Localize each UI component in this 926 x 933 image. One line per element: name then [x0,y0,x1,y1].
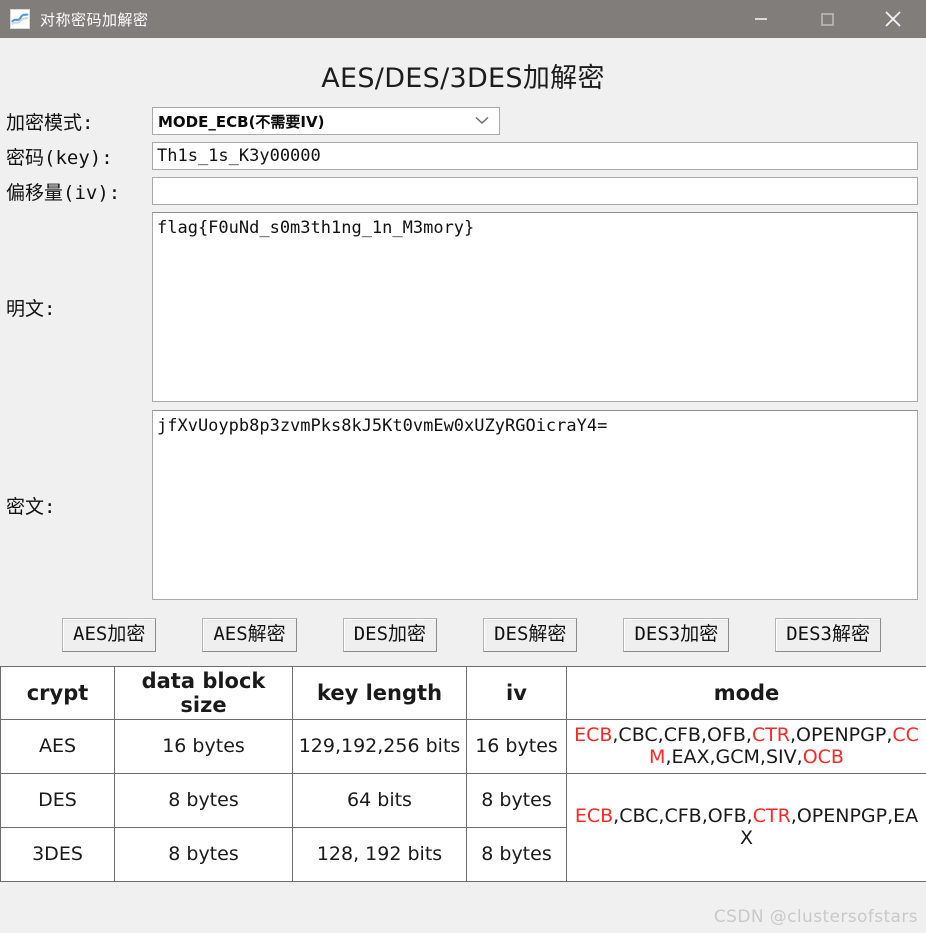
cell-crypt-3des: 3DES [1,827,115,881]
cell-key-aes: 129,192,256 bits [293,719,467,773]
mode-token: ,CBC,CFB,OFB, [612,724,752,746]
ciphertext-textarea[interactable]: jfXvUoypb8p3zvmPks8kJ5Kt0vmEw0xUZyRGOicr… [152,410,918,600]
header-mode: mode [567,666,926,719]
mode-row: 加密模式: MODE_ECB(不需要IV) [0,107,926,135]
cell-crypt-des: DES [1,773,115,827]
window-title: 对称密码加解密 [40,9,149,30]
ciphertext-label: 密文: [0,492,152,519]
header-key-length: key length [293,666,467,719]
close-icon[interactable] [860,0,926,38]
title-bar: 对称密码加解密 [0,0,926,38]
key-row: 密码(key): Th1s_1s_K3y00000 [0,142,926,170]
plaintext-textarea[interactable]: flag{F0uNd_s0m3th1ng_1n_M3mory} [152,212,918,402]
key-input[interactable]: Th1s_1s_K3y00000 [152,142,918,170]
plaintext-label: 明文: [0,294,152,321]
mode-token: ,EAX,GCM,SIV, [665,746,802,768]
header-crypt: crypt [1,666,115,719]
cell-mode-aes: ECB,CBC,CFB,OFB,CTR,OPENPGP,CCM,EAX,GCM,… [567,719,926,773]
des-encrypt-button[interactable]: DES加密 [343,618,437,652]
cipher-info-table-wrap: crypt data block size key length iv mode… [0,666,926,882]
minimize-icon[interactable] [728,0,794,38]
mode-token-highlighted: CTR [753,805,791,827]
csdn-watermark: CSDN @clustersofstars [714,907,918,927]
cell-block-3des: 8 bytes [115,827,293,881]
table-header-row: crypt data block size key length iv mode [1,666,926,719]
mode-token: ,OPENPGP, [790,724,892,746]
iv-label: 偏移量(iv): [0,178,152,205]
cell-key-3des: 128, 192 bits [293,827,467,881]
mode-token-highlighted: ECB [574,724,612,746]
encryption-mode-select[interactable]: MODE_ECB(不需要IV) [152,107,500,135]
mode-token-highlighted: ECB [575,805,613,827]
window-controls [728,0,926,38]
mode-token: ,CBC,CFB,OFB, [613,805,753,827]
ciphertext-row: 密文: jfXvUoypb8p3zvmPks8kJ5Kt0vmEw0xUZyRG… [0,410,926,600]
plaintext-row: 明文: flag{F0uNd_s0m3th1ng_1n_M3mory} [0,212,926,402]
key-label: 密码(key): [0,143,152,170]
header-data-block-size: data block size [115,666,293,719]
cell-iv-aes: 16 bytes [467,719,567,773]
mode-label: 加密模式: [0,108,152,135]
cell-iv-3des: 8 bytes [467,827,567,881]
mode-token-highlighted: OCB [803,746,844,768]
iv-input[interactable] [152,177,918,205]
aes-encrypt-button[interactable]: AES加密 [62,618,156,652]
maximize-icon[interactable] [794,0,860,38]
cell-crypt-aes: AES [1,719,115,773]
table-row: AES 16 bytes 129,192,256 bits 16 bytes E… [1,719,926,773]
mode-token-highlighted: CTR [752,724,790,746]
header-iv: iv [467,666,567,719]
aes-decrypt-button[interactable]: AES解密 [202,618,296,652]
cell-iv-des: 8 bytes [467,773,567,827]
app-window: 对称密码加解密 AES/DES/3DES加解密 [0,0,926,933]
table-row: DES 8 bytes 64 bits 8 bytes ECB,CBC,CFB,… [1,773,926,827]
cipher-info-table: crypt data block size key length iv mode… [0,666,926,882]
des3-encrypt-button[interactable]: DES3加密 [623,618,729,652]
chart-wave-icon [10,9,30,29]
encryption-mode-value: MODE_ECB(不需要IV) [158,111,324,132]
action-button-row: AES加密 AES解密 DES加密 DES解密 DES3加密 DES3解密 [0,608,926,664]
form-section: 加密模式: MODE_ECB(不需要IV) 密码(key): Th1s_1s_K… [0,107,926,608]
cell-block-des: 8 bytes [115,773,293,827]
iv-row: 偏移量(iv): [0,177,926,205]
des3-decrypt-button[interactable]: DES3解密 [775,618,881,652]
client-area: AES/DES/3DES加解密 加密模式: MODE_ECB(不需要IV) 密码… [0,38,926,933]
page-title: AES/DES/3DES加解密 [0,56,926,95]
chevron-down-icon [473,112,491,130]
des-decrypt-button[interactable]: DES解密 [483,618,577,652]
cell-key-des: 64 bits [293,773,467,827]
cell-block-aes: 16 bytes [115,719,293,773]
cell-mode-des-3des: ECB,CBC,CFB,OFB,CTR,OPENPGP,EAX [567,773,926,881]
